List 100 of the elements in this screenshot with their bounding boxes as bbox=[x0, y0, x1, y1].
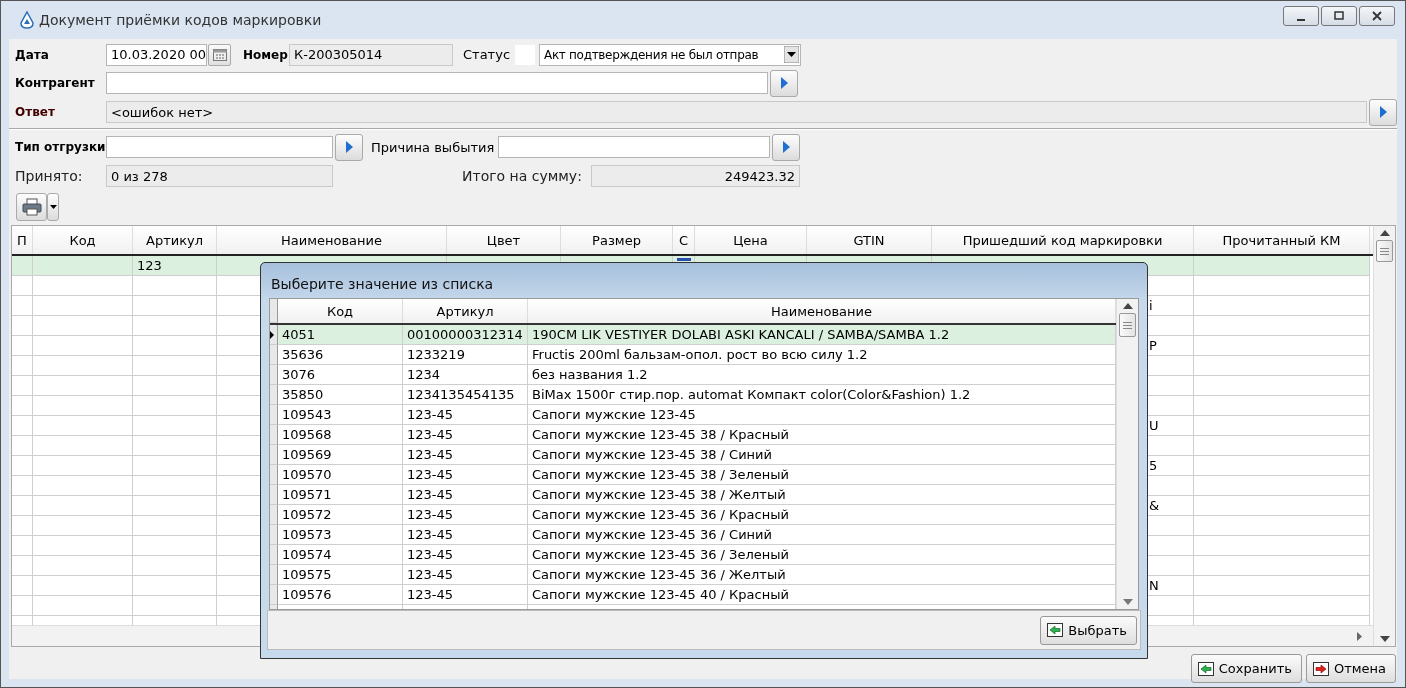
column-header[interactable]: Код bbox=[33, 226, 133, 254]
vertical-scrollbar[interactable] bbox=[1373, 226, 1395, 646]
dropdown-arrow-icon bbox=[784, 46, 799, 63]
scroll-up-icon[interactable] bbox=[1122, 303, 1133, 309]
table-cell: 109575 bbox=[278, 565, 403, 585]
list-row[interactable]: 109573 123-45 Сапоги мужские 123-45 36 / Синий bbox=[270, 525, 1116, 545]
table-cell: 123-45 bbox=[403, 445, 528, 465]
list-row[interactable]: 109572 123-45 Сапоги мужские 123-45 36 / Красный bbox=[270, 505, 1116, 525]
list-row[interactable]: 35850 1234135454135 BiMax 1500г стир.пор. automat Компакт color(Color&Fashion) 1.2 bbox=[270, 385, 1116, 405]
vertical-scrollbar[interactable] bbox=[1116, 299, 1138, 609]
arrow-right-icon bbox=[1312, 661, 1329, 676]
column-header[interactable]: Код bbox=[278, 299, 403, 323]
save-button[interactable]: Сохранить bbox=[1190, 654, 1302, 683]
scroll-up-icon[interactable] bbox=[1379, 230, 1390, 236]
select-arrow-button[interactable] bbox=[1369, 98, 1397, 126]
list-row[interactable]: 109569 123-45 Сапоги мужские 123-45 38 / Синий bbox=[270, 445, 1116, 465]
table-cell: 35850 bbox=[278, 385, 403, 405]
list-row[interactable]: 109575 123-45 Сапоги мужские 123-45 36 / Желтый bbox=[270, 565, 1116, 585]
shipment-type-field[interactable] bbox=[106, 136, 333, 158]
table-cell[interactable] bbox=[12, 276, 33, 296]
answer-label: Ответ bbox=[15, 105, 56, 119]
row-indicator[interactable] bbox=[270, 325, 278, 345]
list-row[interactable]: 109576 123-45 Сапоги мужские 123-45 40 / Красный bbox=[270, 585, 1116, 605]
counterparty-label: Контрагент bbox=[15, 76, 96, 90]
column-header[interactable]: Прочитанный КМ bbox=[1194, 226, 1370, 254]
table-cell: 123 bbox=[133, 256, 217, 276]
column-header[interactable]: GTIN bbox=[807, 226, 932, 254]
table-cell[interactable] bbox=[12, 496, 33, 516]
minimize-button[interactable] bbox=[1283, 6, 1319, 26]
column-header[interactable]: Цвет bbox=[447, 226, 561, 254]
list-row[interactable]: 3076 1234 без названия 1.2 bbox=[270, 365, 1116, 385]
table-cell[interactable] bbox=[12, 376, 33, 396]
choose-button[interactable]: Выбрать bbox=[1040, 615, 1137, 645]
scroll-thumb[interactable] bbox=[1376, 240, 1393, 262]
column-header[interactable]: Пришедший код маркировки bbox=[932, 226, 1194, 254]
table-cell[interactable] bbox=[12, 476, 33, 496]
table-cell[interactable] bbox=[12, 316, 33, 336]
print-dropdown-button[interactable] bbox=[47, 193, 59, 221]
column-header[interactable]: С bbox=[673, 226, 695, 254]
table-cell: Сапоги мужские 123-45 36 / Синий bbox=[528, 525, 1116, 545]
printer-icon bbox=[21, 198, 42, 216]
reason-field[interactable] bbox=[498, 136, 770, 158]
column-header[interactable]: Артикул bbox=[403, 299, 528, 323]
list-row[interactable]: 109543 123-45 Сапоги мужские 123-45 bbox=[270, 405, 1116, 425]
table-cell: 123-45 bbox=[403, 485, 528, 505]
list-row[interactable]: 109574 123-45 Сапоги мужские 123-45 36 / Зеленый bbox=[270, 545, 1116, 565]
select-arrow-button[interactable] bbox=[335, 133, 363, 161]
table-cell: 123-45 bbox=[403, 525, 528, 545]
cancel-button[interactable]: Отмена bbox=[1305, 654, 1396, 683]
table-cell: 123-45 bbox=[403, 545, 528, 565]
table-cell: Сапоги мужские 123-45 bbox=[528, 405, 1116, 425]
column-header[interactable]: Размер bbox=[561, 226, 673, 254]
triangle-right-icon bbox=[780, 77, 788, 89]
list-row[interactable]: 109568 123-45 Сапоги мужские 123-45 38 / Красный bbox=[270, 425, 1116, 445]
window-title: Документ приёмки кодов маркировки bbox=[39, 12, 322, 28]
list-row[interactable]: 4051 00100000312314 190CM LIK VESTIYER DOLABI ASKI KANCALI / SAMBA/SAMBA 1.2 bbox=[270, 325, 1116, 345]
list-row[interactable]: 109570 123-45 Сапоги мужские 123-45 38 / Зеленый bbox=[270, 465, 1116, 485]
table-cell[interactable] bbox=[12, 536, 33, 556]
arrow-left-icon bbox=[1047, 623, 1064, 637]
table-cell[interactable] bbox=[12, 416, 33, 436]
scroll-down-icon[interactable] bbox=[1379, 636, 1390, 642]
close-icon bbox=[1372, 11, 1382, 21]
table-cell: 35636 bbox=[278, 345, 403, 365]
select-arrow-button[interactable] bbox=[770, 69, 798, 97]
table-cell: 109569 bbox=[278, 445, 403, 465]
scroll-down-icon[interactable] bbox=[1122, 599, 1133, 605]
triangle-right-icon bbox=[782, 141, 790, 153]
column-header[interactable]: Артикул bbox=[133, 226, 217, 254]
table-cell[interactable] bbox=[12, 296, 33, 316]
table-cell[interactable] bbox=[12, 556, 33, 576]
scroll-right-icon[interactable] bbox=[1357, 631, 1363, 641]
date-field[interactable]: 10.03.2020 00 bbox=[106, 43, 207, 66]
list-row[interactable]: 35636 1233219 Fructis 200ml бальзам-опол. рост во всю силу 1.2 bbox=[270, 345, 1116, 365]
status-dropdown[interactable]: Акт подтверждения не был отправ bbox=[539, 43, 801, 66]
table-cell[interactable] bbox=[12, 576, 33, 596]
table-cell[interactable] bbox=[12, 256, 33, 276]
table-cell[interactable] bbox=[12, 396, 33, 416]
scroll-thumb[interactable] bbox=[1119, 313, 1136, 337]
column-header[interactable]: Наименование bbox=[217, 226, 447, 254]
print-button[interactable] bbox=[16, 193, 47, 221]
column-header[interactable]: Цена bbox=[695, 226, 807, 254]
table-cell[interactable] bbox=[12, 356, 33, 376]
triangle-right-icon bbox=[345, 141, 353, 153]
maximize-button[interactable] bbox=[1321, 6, 1357, 26]
table-cell: 109572 bbox=[278, 505, 403, 525]
select-arrow-button[interactable] bbox=[772, 133, 800, 161]
table-cell[interactable] bbox=[12, 336, 33, 356]
list-row[interactable]: 109571 123-45 Сапоги мужские 123-45 38 / Желтый bbox=[270, 485, 1116, 505]
table-cell[interactable] bbox=[12, 596, 33, 616]
reason-label: Причина выбытия bbox=[371, 139, 496, 155]
close-button[interactable] bbox=[1359, 6, 1395, 26]
column-header[interactable]: П bbox=[12, 226, 33, 254]
table-cell: 00100000312314 bbox=[403, 325, 528, 345]
calendar-button[interactable] bbox=[208, 43, 231, 66]
counterparty-field[interactable] bbox=[106, 72, 768, 94]
dash-icon bbox=[677, 257, 691, 262]
table-cell[interactable] bbox=[12, 456, 33, 476]
table-cell[interactable] bbox=[12, 436, 33, 456]
table-cell[interactable] bbox=[12, 516, 33, 536]
table-cell: 109543 bbox=[278, 405, 403, 425]
